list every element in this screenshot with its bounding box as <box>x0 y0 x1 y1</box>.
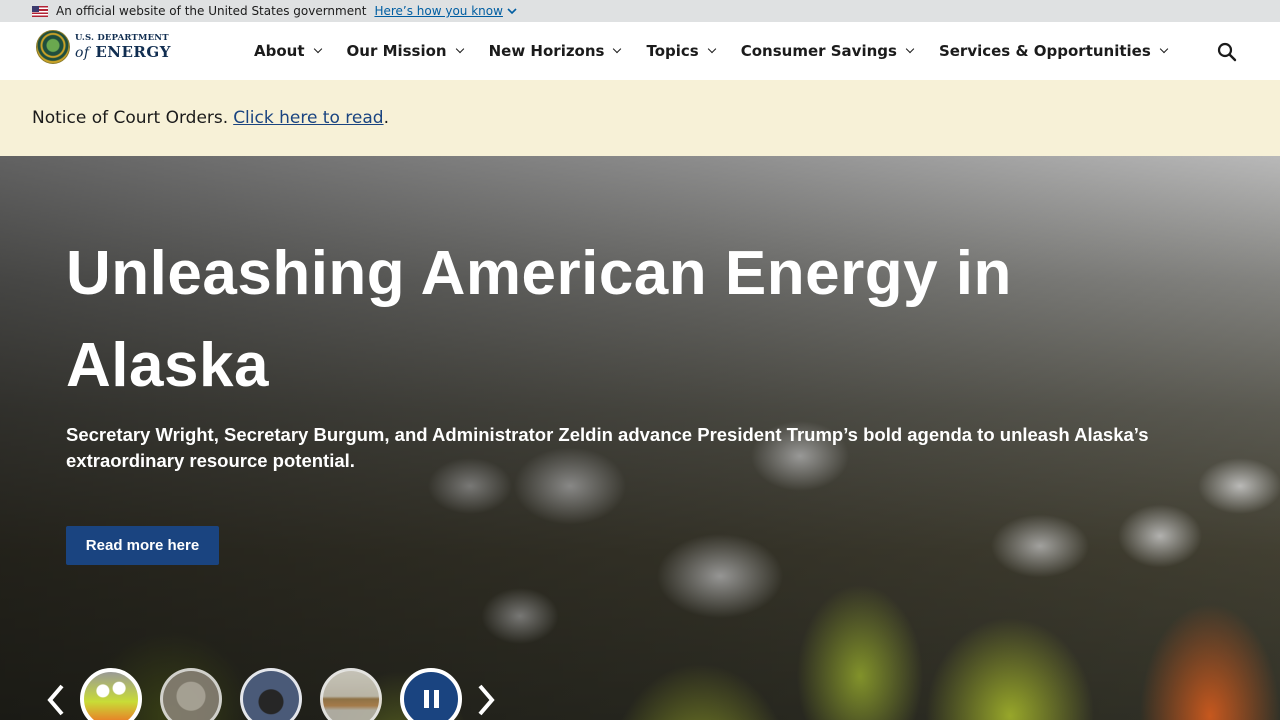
chevron-down-icon <box>1159 44 1169 54</box>
chevron-down-icon <box>313 44 322 54</box>
main-nav: About Our Mission New Horizons Topics Co… <box>254 22 1169 80</box>
heres-how-you-know-label: Here’s how you know <box>374 4 503 18</box>
nav-item-label: Services & Opportunities <box>938 42 1151 60</box>
chevron-down-icon <box>613 44 622 54</box>
chevron-right-icon <box>478 684 495 716</box>
nav-item-new-horizons[interactable]: New Horizons <box>488 42 622 60</box>
pause-icon <box>423 690 429 708</box>
pause-icon-bar <box>433 690 439 708</box>
hero-subtitle: Secretary Wright, Secretary Burgum, and … <box>66 424 1149 471</box>
nav-item-our-mission[interactable]: Our Mission <box>346 42 464 60</box>
chevron-down-icon <box>507 8 517 15</box>
read-more-button[interactable]: Read more here <box>66 526 219 565</box>
chevron-down-icon <box>905 44 915 54</box>
nav-item-label: Topics <box>646 42 699 60</box>
us-flag-icon <box>32 5 48 17</box>
logo-line2-prefix: of <box>75 44 90 61</box>
notice-read-link[interactable]: Click here to read <box>233 108 383 128</box>
chevron-down-icon <box>707 44 716 54</box>
logo-line2: of ENERGY <box>75 42 171 61</box>
court-orders-notice: Notice of Court Orders. Click here to re… <box>0 80 1280 156</box>
logo-line1: U.S. DEPARTMENT <box>75 33 169 44</box>
heres-how-you-know-link[interactable]: Here’s how you know <box>374 4 517 18</box>
carousel-prev-button[interactable] <box>44 680 68 720</box>
doe-seal-icon <box>36 30 70 64</box>
search-icon <box>1217 42 1237 62</box>
notice-suffix: . <box>383 108 389 128</box>
carousel-next-button[interactable] <box>474 680 498 720</box>
nav-item-services-opportunities[interactable]: Services & Opportunities <box>938 42 1169 60</box>
doe-logo[interactable]: U.S. DEPARTMENT of ENERGY <box>36 30 171 64</box>
gov-banner-text: An official website of the United States… <box>56 4 367 18</box>
notice-label: Notice of Court Orders. <box>32 108 229 128</box>
nav-item-consumer-savings[interactable]: Consumer Savings <box>740 42 915 60</box>
search-button[interactable] <box>1216 41 1238 63</box>
nav-item-label: Our Mission <box>346 42 447 60</box>
gov-banner: An official website of the United States… <box>0 0 1280 22</box>
nav-item-label: About <box>254 42 305 60</box>
chevron-down-icon <box>455 44 464 54</box>
nav-item-label: Consumer Savings <box>740 42 897 60</box>
logo-text: U.S. DEPARTMENT of ENERGY <box>75 34 171 60</box>
logo-line2-main: ENERGY <box>95 42 171 61</box>
nav-item-topics[interactable]: Topics <box>646 42 716 60</box>
hero-carousel: Unleashing American Energy in Alaska Sec… <box>0 156 1280 720</box>
hero-title: Unleashing American Energy in Alaska <box>66 239 1012 400</box>
site-header: U.S. DEPARTMENT of ENERGY About Our Miss… <box>0 22 1280 80</box>
nav-item-label: New Horizons <box>488 42 605 60</box>
nav-item-about[interactable]: About <box>254 42 322 60</box>
chevron-left-icon <box>47 684 64 716</box>
